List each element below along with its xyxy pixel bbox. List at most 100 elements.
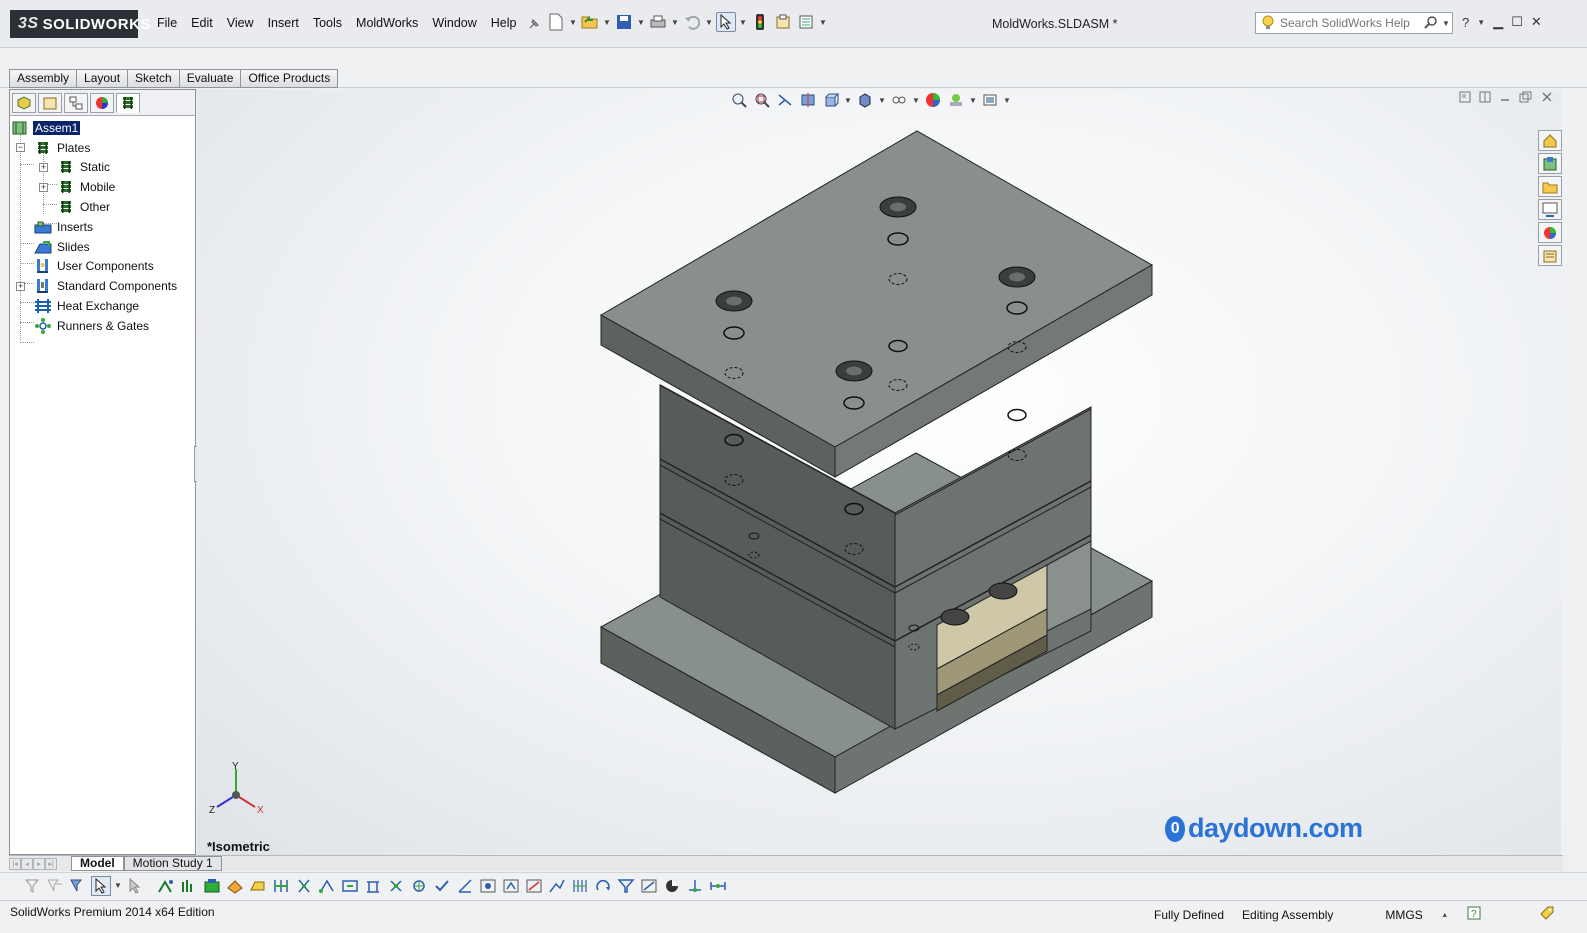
property-manager-tab-icon[interactable] — [38, 93, 62, 113]
mw-screw-icon[interactable] — [386, 876, 406, 896]
mw-funnel-icon[interactable] — [616, 876, 636, 896]
selection-filter-icon[interactable] — [68, 876, 88, 896]
graphics-area[interactable]: ▼ ▼ ▼ ▼ ▼ Y Z X *Isometric 0 daydown.com — [197, 89, 1561, 855]
open-folder-icon[interactable] — [580, 12, 600, 32]
tab-first-arrow-icon[interactable]: |◂ — [9, 857, 21, 870]
mw-sphere-icon[interactable] — [662, 876, 682, 896]
filter-toggle-icon[interactable] — [45, 876, 65, 896]
display-manager-tab-icon[interactable] — [90, 93, 114, 113]
new-dropdown-icon[interactable]: ▼ — [569, 18, 577, 27]
mw-gate-icon[interactable] — [340, 876, 360, 896]
menu-window[interactable]: Window — [425, 14, 483, 34]
tag-icon[interactable] — [1539, 905, 1555, 924]
tree-item-label[interactable]: User Components — [57, 259, 154, 273]
tree-item-mobile[interactable]: + Mobile — [10, 177, 195, 197]
solidworks-logo[interactable]: 3S SOLIDWORKS — [10, 10, 150, 38]
undo-icon[interactable] — [682, 12, 702, 32]
expand-toggle-icon[interactable]: + — [39, 162, 48, 172]
tab-model[interactable]: Model — [71, 856, 124, 871]
help-dropdown-icon[interactable]: ▼ — [1477, 18, 1485, 27]
tab-evaluate[interactable]: Evaluate — [178, 69, 241, 88]
mw-project-icon[interactable] — [156, 876, 176, 896]
menu-help[interactable]: Help — [484, 14, 524, 34]
tab-layout[interactable]: Layout — [76, 69, 128, 88]
search-dropdown-icon[interactable]: ▼ — [1442, 19, 1450, 28]
mw-lifter-icon[interactable] — [547, 876, 567, 896]
tree-item-label[interactable]: Static — [80, 160, 110, 174]
options-icon[interactable] — [796, 12, 816, 32]
file-properties-icon[interactable] — [773, 12, 793, 32]
menu-insert[interactable]: Insert — [261, 14, 306, 34]
mw-multi-pin-icon[interactable] — [570, 876, 590, 896]
menu-tools[interactable]: Tools — [306, 14, 349, 34]
close-icon[interactable]: ✕ — [1531, 14, 1542, 30]
collapse-toggle-icon[interactable]: − — [16, 143, 25, 153]
mw-leader-pin-icon[interactable] — [294, 876, 314, 896]
mw-ejector-icon[interactable] — [271, 876, 291, 896]
tree-item-user-components[interactable]: User Components — [10, 257, 195, 277]
search-magnifier-icon[interactable] — [1424, 15, 1438, 32]
filter-icon[interactable] — [22, 876, 42, 896]
mw-cut-icon[interactable] — [524, 876, 544, 896]
tree-item-root[interactable]: Assem1 — [10, 118, 195, 138]
units-selector[interactable]: MMGS — [1385, 908, 1422, 922]
expand-toggle-icon[interactable]: + — [39, 182, 48, 192]
mw-slide-icon[interactable] — [248, 876, 268, 896]
file-explorer-icon[interactable] — [1538, 176, 1562, 197]
appearances-icon[interactable] — [1538, 222, 1562, 243]
design-library-icon[interactable] — [1538, 153, 1562, 174]
mw-angle-icon[interactable] — [455, 876, 475, 896]
select-pointer-icon[interactable] — [716, 12, 736, 32]
mw-split-icon[interactable] — [179, 876, 199, 896]
open-dropdown-icon[interactable]: ▼ — [603, 18, 611, 27]
tree-root-label[interactable]: Assem1 — [33, 120, 81, 135]
tree-item-slides[interactable]: Slides — [10, 237, 195, 257]
tree-item-plates[interactable]: − Plates — [10, 138, 195, 158]
tree-item-label[interactable]: Heat Exchange — [57, 299, 139, 313]
tab-next-arrow-icon[interactable]: ▸ — [33, 857, 45, 870]
mw-mold-base-icon[interactable] — [202, 876, 222, 896]
print-dropdown-icon[interactable]: ▼ — [671, 18, 679, 27]
mw-pocket-icon[interactable] — [501, 876, 521, 896]
tree-item-label[interactable]: Plates — [57, 141, 90, 155]
tree-item-heat-exchange[interactable]: Heat Exchange — [10, 296, 195, 316]
menu-edit[interactable]: Edit — [184, 14, 220, 34]
tree-item-label[interactable]: Slides — [57, 240, 90, 254]
options-dropdown-icon[interactable]: ▼ — [819, 18, 827, 27]
tree-item-other[interactable]: Other — [10, 197, 195, 217]
menu-moldworks[interactable]: MoldWorks — [349, 14, 425, 34]
tab-sketch[interactable]: Sketch — [127, 69, 179, 88]
mw-dimension-icon[interactable] — [708, 876, 728, 896]
mw-rotate-icon[interactable] — [593, 876, 613, 896]
select-other-icon[interactable] — [125, 876, 145, 896]
configuration-manager-tab-icon[interactable] — [64, 93, 88, 113]
mw-hole-icon[interactable] — [478, 876, 498, 896]
tree-item-label[interactable]: Inserts — [57, 220, 93, 234]
mw-cooling-icon[interactable] — [317, 876, 337, 896]
mw-runner-icon[interactable] — [409, 876, 429, 896]
view-palette-icon[interactable] — [1538, 199, 1562, 220]
mw-align-icon[interactable] — [639, 876, 659, 896]
tree-item-runners-gates[interactable]: Runners & Gates — [10, 316, 195, 336]
menu-view[interactable]: View — [220, 14, 261, 34]
pin-menu-icon[interactable] — [524, 14, 544, 34]
tree-item-label[interactable]: Other — [80, 200, 110, 214]
print-icon[interactable] — [648, 12, 668, 32]
tab-last-arrow-icon[interactable]: ▸| — [45, 857, 57, 870]
feature-manager-tab-icon[interactable] — [12, 93, 36, 113]
help-search-box[interactable]: ▼ — [1255, 12, 1453, 34]
tree-item-label[interactable]: Mobile — [80, 180, 115, 194]
tab-office-products[interactable]: Office Products — [240, 69, 339, 88]
solidworks-resources-icon[interactable] — [1538, 130, 1562, 151]
rebuild-status-icon[interactable]: ? — [1467, 906, 1481, 923]
mw-support-icon[interactable] — [363, 876, 383, 896]
new-document-icon[interactable] — [546, 12, 566, 32]
search-input[interactable] — [1280, 16, 1420, 30]
expand-toggle-icon[interactable]: + — [16, 281, 25, 291]
tab-motion-study[interactable]: Motion Study 1 — [123, 856, 222, 871]
rebuild-traffic-light-icon[interactable] — [750, 12, 770, 32]
menu-file[interactable]: File — [150, 14, 184, 34]
undo-dropdown-icon[interactable]: ▼ — [705, 18, 713, 27]
custom-properties-icon[interactable] — [1538, 245, 1562, 266]
mw-insert-icon[interactable] — [225, 876, 245, 896]
